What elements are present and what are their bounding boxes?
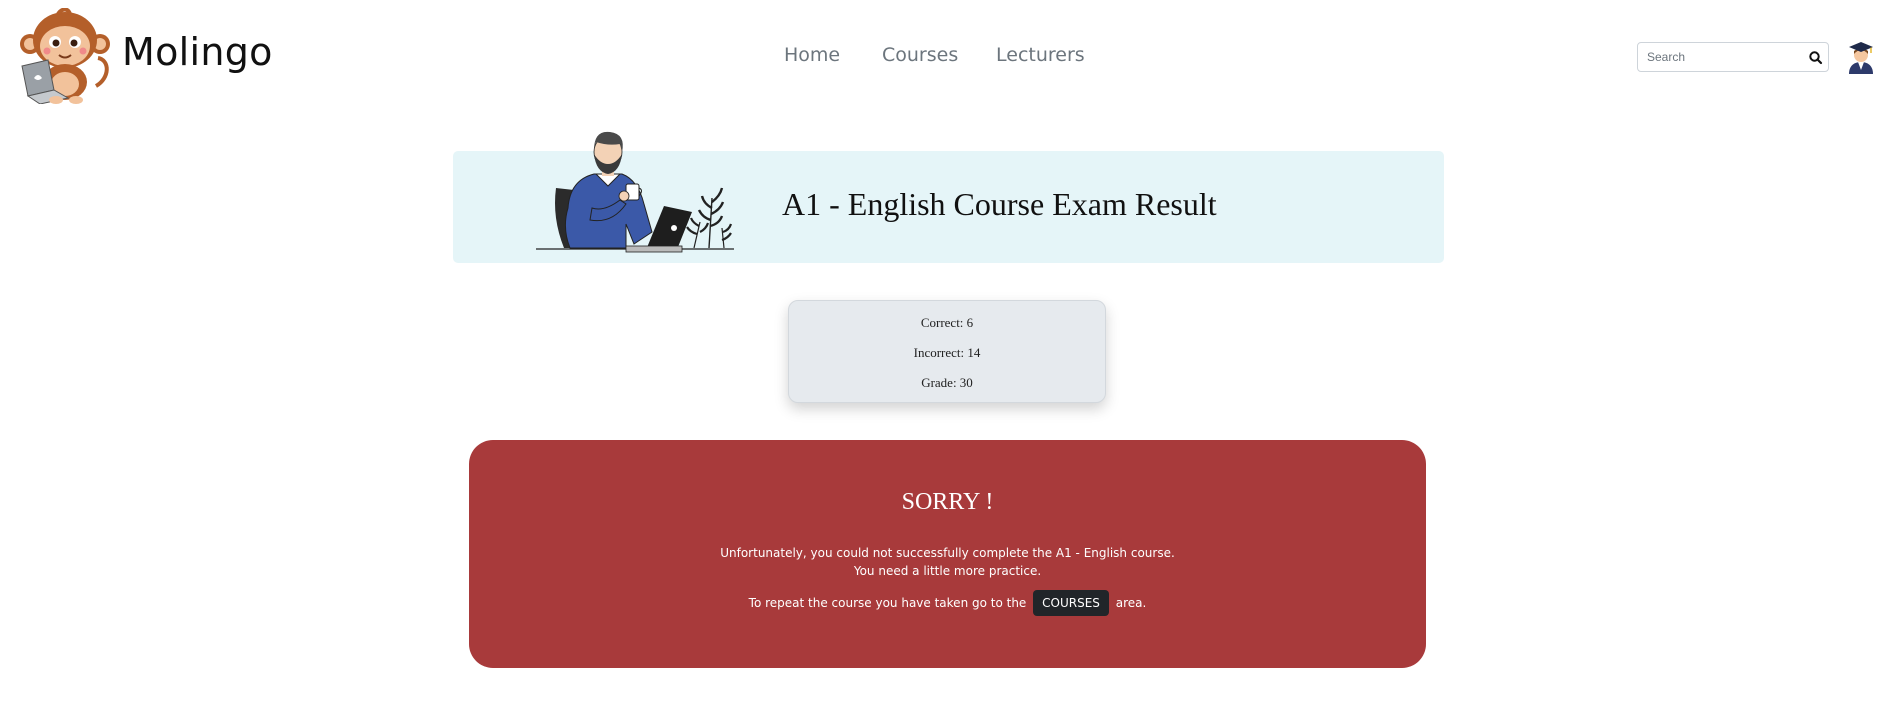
- search-input[interactable]: [1638, 43, 1798, 71]
- nav-item-courses[interactable]: Courses: [882, 44, 958, 66]
- failure-message-line-1: Unfortunately, you could not successfull…: [720, 546, 1175, 560]
- search-icon: [1809, 51, 1823, 65]
- repeat-course-suffix: area.: [1115, 596, 1147, 610]
- main-nav: Home Courses Lecturers: [0, 44, 1894, 70]
- failure-message-line-2: You need a little more practice.: [853, 564, 1042, 578]
- exam-result-card: Correct: 6 Incorrect: 14 Grade: 30: [788, 300, 1106, 403]
- sorry-heading: SORRY !: [901, 489, 994, 515]
- repeat-course-prefix: To repeat the course you have taken go t…: [748, 596, 1027, 610]
- search-box: [1637, 42, 1829, 72]
- grade-value: Grade: 30: [921, 375, 973, 390]
- nav-item-lecturers[interactable]: Lecturers: [996, 44, 1085, 66]
- courses-button[interactable]: COURSES: [1033, 590, 1109, 616]
- repeat-course-line: To repeat the course you have taken go t…: [469, 590, 1426, 620]
- failure-message-panel: SORRY ! Unfortunately, you could not suc…: [469, 440, 1426, 668]
- search-button[interactable]: [1807, 49, 1825, 67]
- page-title: A1 - English Course Exam Result: [782, 186, 1217, 222]
- man-at-laptop-illustration: [534, 128, 740, 262]
- correct-count: Correct: 6: [920, 315, 974, 330]
- incorrect-count: Incorrect: 14: [913, 345, 981, 360]
- graduate-avatar-icon[interactable]: [1846, 40, 1876, 76]
- nav-item-home[interactable]: Home: [784, 44, 840, 66]
